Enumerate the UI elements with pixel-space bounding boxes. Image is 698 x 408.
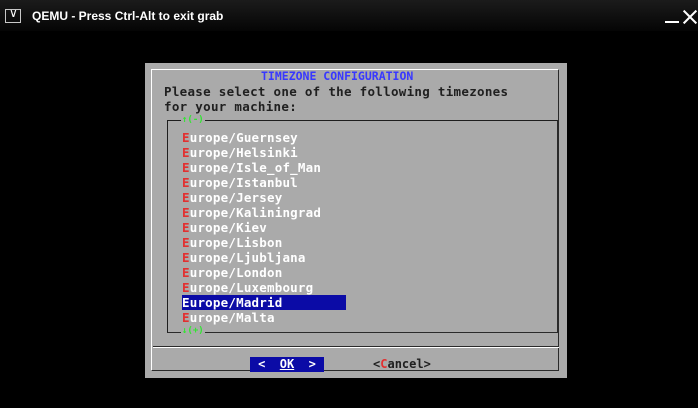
timezone-list-item[interactable]: Europe/Kaliningrad	[182, 205, 346, 220]
timezone-dialog: TIMEZONE CONFIGURATION Please select one…	[145, 63, 567, 378]
scroll-up-indicator: ↑(-)	[181, 115, 205, 125]
title-bar[interactable]: ∨ QEMU - Press Ctrl-Alt to exit grab	[0, 0, 698, 31]
timezone-list-item[interactable]: Europe/Ljubljana	[182, 250, 346, 265]
window-title: QEMU - Press Ctrl-Alt to exit grab	[32, 9, 224, 23]
timezone-list[interactable]: Europe/Guernsey Europe/Helsinki Europe/Isl…	[182, 130, 552, 325]
timezone-list-item[interactable]: Europe/Helsinki	[182, 145, 346, 160]
minimize-button[interactable]	[664, 9, 680, 25]
prompt-line-2: for your machine:	[164, 99, 298, 114]
dialog-frame: TIMEZONE CONFIGURATION Please select one…	[151, 69, 559, 372]
item-label: urope/Madrid	[189, 295, 283, 310]
item-hotkey: E	[182, 310, 190, 325]
item-hotkey: E	[182, 145, 190, 160]
prompt-line-1: Please select one of the following timez…	[164, 84, 509, 99]
item-hotkey: E	[182, 250, 190, 265]
item-label: urope/Isle_of_Man	[189, 160, 322, 175]
item-hotkey: E	[182, 265, 190, 280]
timezone-list-item[interactable]: Europe/Malta	[182, 310, 346, 325]
scroll-down-indicator: ↓(+)	[181, 326, 205, 336]
timezone-list-item[interactable]: Europe/Jersey	[182, 190, 346, 205]
item-hotkey: E	[182, 220, 190, 235]
item-label: urope/Luxembourg	[189, 280, 314, 295]
item-hotkey: E	[182, 160, 190, 175]
item-label: urope/Kaliningrad	[189, 205, 322, 220]
ok-label: OK	[279, 357, 295, 371]
item-hotkey: E	[182, 295, 190, 310]
cancel-button[interactable]: <Cancel>	[373, 357, 431, 372]
timezone-list-item[interactable]: Europe/Istanbul	[182, 175, 346, 190]
chevron-down-icon: ∨	[9, 6, 18, 20]
timezone-list-box[interactable]: ↑(-) Europe/Guernsey Europe/Helsinki Europ…	[167, 115, 558, 336]
item-hotkey: E	[182, 190, 190, 205]
item-label: urope/London	[189, 265, 283, 280]
qemu-window: ∨ QEMU - Press Ctrl-Alt to exit grab TIM…	[0, 0, 698, 408]
item-hotkey: E	[182, 280, 190, 295]
button-separator	[153, 346, 559, 348]
timezone-list-item[interactable]: Europe/Luxembourg	[182, 280, 346, 295]
timezone-list-item[interactable]: Europe/Madrid	[182, 295, 346, 310]
item-label: urope/Jersey	[189, 190, 283, 205]
item-label: urope/Istanbul	[189, 175, 298, 190]
dialog-title: TIMEZONE CONFIGURATION	[259, 69, 416, 83]
item-label: urope/Lisbon	[189, 235, 283, 250]
timezone-list-item[interactable]: Europe/Lisbon	[182, 235, 346, 250]
item-label: urope/Malta	[189, 310, 275, 325]
item-label: urope/Helsinki	[189, 145, 298, 160]
timezone-list-item[interactable]: Europe/Guernsey	[182, 130, 346, 145]
ok-button[interactable]: < OK >	[250, 357, 324, 372]
item-label: urope/Ljubljana	[189, 250, 306, 265]
timezone-list-item[interactable]: Europe/Kiev	[182, 220, 346, 235]
item-hotkey: E	[182, 175, 190, 190]
item-hotkey: E	[182, 205, 190, 220]
item-label: urope/Guernsey	[189, 130, 298, 145]
timezone-list-item[interactable]: Europe/Isle_of_Man	[182, 160, 346, 175]
cancel-rest: ancel>	[387, 357, 431, 371]
close-button[interactable]	[682, 9, 698, 25]
ok-left-bracket: <	[258, 357, 280, 371]
timezone-list-item[interactable]: Europe/London	[182, 265, 346, 280]
item-label: urope/Kiev	[189, 220, 267, 235]
item-hotkey: E	[182, 130, 190, 145]
item-hotkey: E	[182, 235, 190, 250]
window-menu-button[interactable]: ∨	[5, 6, 21, 23]
ok-right-bracket: >	[294, 357, 316, 371]
